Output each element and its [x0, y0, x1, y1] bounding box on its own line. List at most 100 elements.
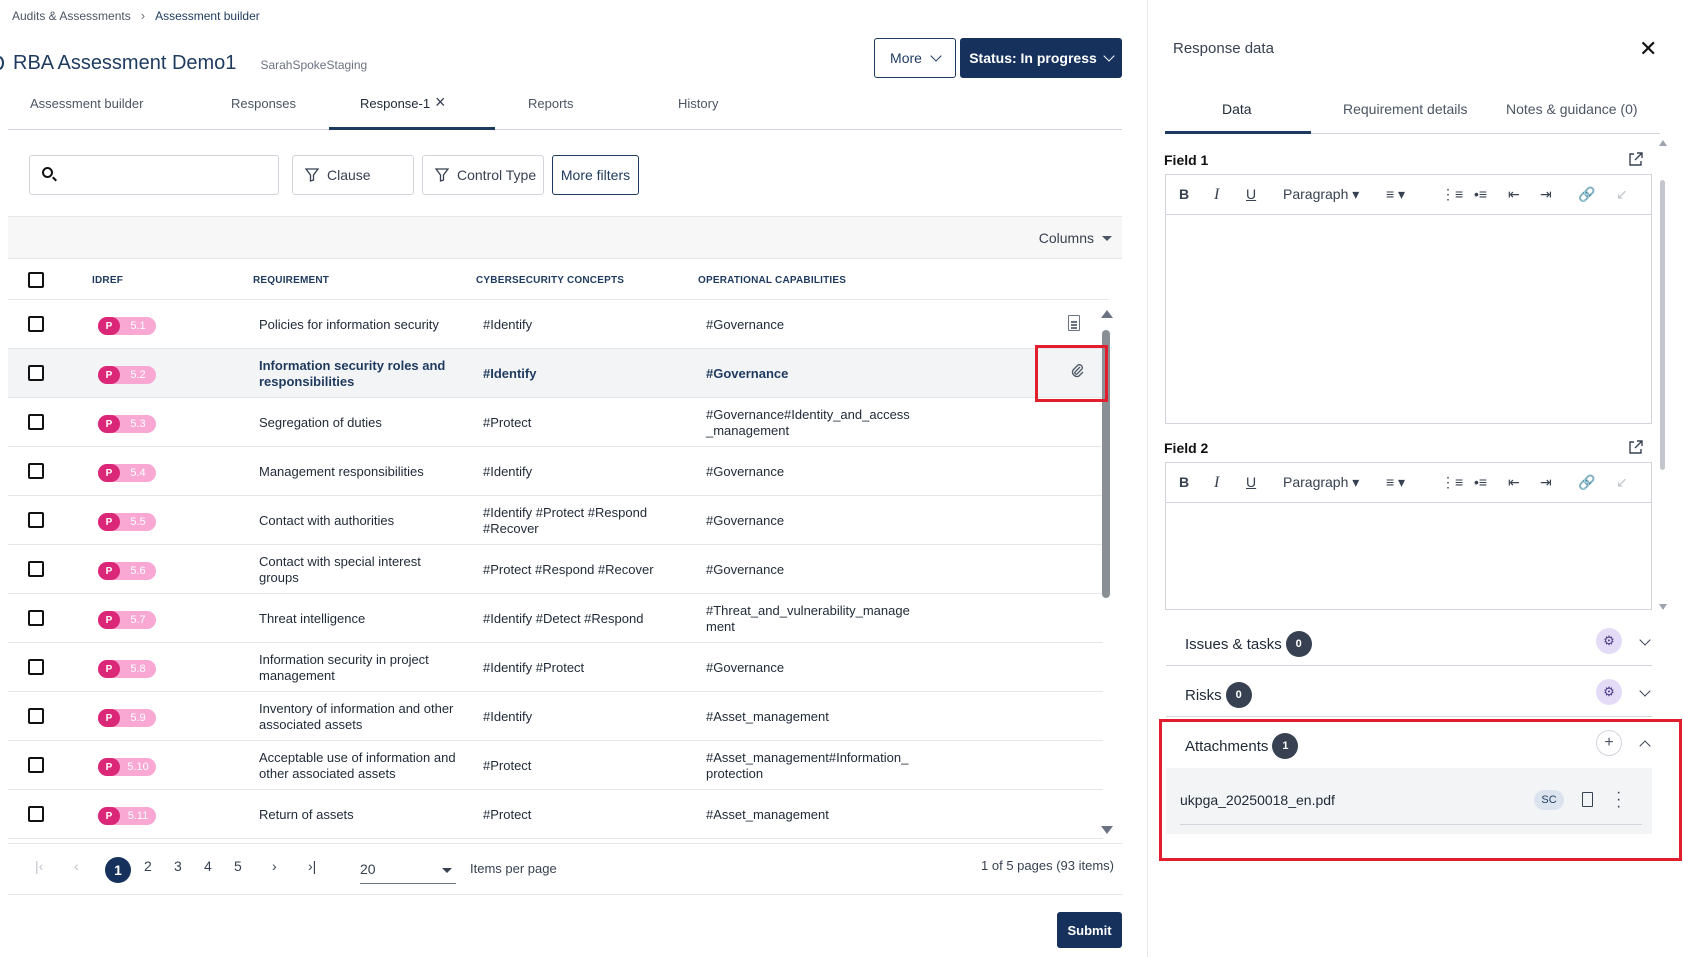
row-checkbox[interactable] — [28, 708, 44, 724]
align-icon[interactable]: ≡ ▾ — [1386, 474, 1405, 491]
tab-history[interactable]: History — [678, 96, 718, 111]
ai-assist-icon[interactable]: ⚙ — [1596, 628, 1622, 654]
table-row[interactable]: P 5.3 Segregation of duties #Protect #Gov… — [8, 398, 1103, 447]
header-requirement[interactable]: REQUIREMENT — [253, 275, 329, 286]
panel-scrollbar[interactable] — [1658, 140, 1668, 610]
page-5-button[interactable]: 5 — [234, 858, 242, 874]
row-checkbox[interactable] — [28, 365, 44, 381]
link-icon[interactable]: 🔗 — [1578, 474, 1595, 491]
tab-data[interactable]: Data — [1222, 101, 1252, 117]
table-row[interactable]: P 5.2 Information security roles and resp… — [8, 349, 1103, 398]
capabilities-cell: #Governance — [706, 317, 785, 332]
status-button[interactable]: Status: In progress — [960, 38, 1122, 78]
bullet-list-icon[interactable]: •≡ — [1474, 186, 1487, 202]
bold-icon[interactable]: B — [1179, 186, 1189, 202]
numbered-list-icon[interactable]: ⋮≡ — [1441, 186, 1463, 203]
align-icon[interactable]: ≡ ▾ — [1386, 186, 1405, 203]
collapse-icon[interactable]: ↙ — [1616, 474, 1628, 491]
row-checkbox[interactable] — [28, 316, 44, 332]
table-row[interactable]: P 5.11 Return of assets #Protect #Asset_m… — [8, 790, 1103, 839]
items-per-page-select[interactable]: 20 — [360, 856, 456, 884]
expand-external-icon[interactable] — [1628, 439, 1644, 455]
table-row[interactable]: P 5.9 Inventory of information and other … — [8, 692, 1103, 741]
submit-button[interactable]: Submit — [1057, 912, 1122, 948]
indent-icon[interactable]: ⇥ — [1540, 474, 1552, 491]
more-button[interactable]: More — [874, 38, 956, 78]
field-1-editor[interactable]: B I U Paragraph ▾ ≡ ▾ ⋮≡ •≡ ⇤ ⇥ 🔗 ↙ — [1165, 174, 1652, 424]
next-page-icon[interactable]: › — [272, 858, 277, 874]
format-select[interactable]: Paragraph ▾ — [1283, 186, 1359, 203]
row-checkbox[interactable] — [28, 757, 44, 773]
row-checkbox[interactable] — [28, 414, 44, 430]
table-row[interactable]: P 5.1 Policies for information security #… — [8, 300, 1103, 349]
row-checkbox[interactable] — [28, 561, 44, 577]
collapse-icon[interactable]: ↙ — [1616, 186, 1628, 203]
row-checkbox[interactable] — [28, 806, 44, 822]
table-row[interactable]: P 5.8 Information security in project man… — [8, 643, 1103, 692]
active-tab-indicator — [329, 127, 495, 130]
close-icon[interactable]: ✕ — [1639, 36, 1657, 62]
page-1-button[interactable]: 1 — [105, 857, 131, 883]
table-row[interactable]: P 5.5 Contact with authorities #Identify … — [8, 496, 1103, 545]
header-concepts[interactable]: CYBERSECURITY CONCEPTS — [476, 275, 624, 286]
bullet-list-icon[interactable]: •≡ — [1474, 474, 1487, 490]
table-row[interactable]: P 5.7 Threat intelligence #Identify #Dete… — [8, 594, 1103, 643]
risks-section[interactable]: Risks 0 ⚙ — [1166, 666, 1652, 717]
scrollbar-thumb[interactable] — [1660, 180, 1665, 470]
control-type-filter-button[interactable]: Control Type — [422, 155, 544, 195]
field-2-editor[interactable]: B I U Paragraph ▾ ≡ ▾ ⋮≡ •≡ ⇤ ⇥ 🔗 ↙ — [1165, 462, 1652, 610]
capabilities-cell: #Governance — [706, 464, 785, 479]
document-icon[interactable] — [1068, 315, 1080, 331]
chevron-down-icon[interactable] — [1639, 683, 1651, 698]
breadcrumb-parent-link[interactable]: Audits & Assessments — [12, 9, 131, 23]
scroll-up-arrow-icon[interactable] — [1659, 140, 1667, 146]
numbered-list-icon[interactable]: ⋮≡ — [1441, 474, 1463, 491]
row-checkbox[interactable] — [28, 512, 44, 528]
row-checkbox[interactable] — [28, 610, 44, 626]
outdent-icon[interactable]: ⇤ — [1508, 474, 1520, 491]
tab-response-1[interactable]: Response-1 — [360, 96, 430, 111]
tab-responses[interactable]: Responses — [231, 96, 296, 111]
italic-icon[interactable]: I — [1214, 474, 1219, 492]
ai-assist-icon[interactable]: ⚙ — [1596, 679, 1622, 705]
clause-filter-button[interactable]: Clause — [292, 155, 414, 195]
prev-page-icon[interactable]: ‹ — [74, 858, 79, 874]
select-all-checkbox[interactable] — [28, 272, 44, 288]
scroll-up-arrow-icon[interactable] — [1101, 310, 1113, 318]
search-input[interactable] — [29, 155, 279, 195]
close-tab-icon[interactable]: × — [435, 92, 446, 113]
page-2-button[interactable]: 2 — [144, 858, 152, 874]
underline-icon[interactable]: U — [1246, 186, 1256, 202]
first-page-icon[interactable]: |‹ — [35, 858, 43, 874]
tab-notes-guidance[interactable]: Notes & guidance (0) — [1506, 101, 1638, 117]
row-checkbox[interactable] — [28, 463, 44, 479]
indent-icon[interactable]: ⇥ — [1540, 186, 1552, 203]
italic-icon[interactable]: I — [1214, 186, 1219, 204]
issues-tasks-section[interactable]: Issues & tasks 0 ⚙ — [1166, 615, 1652, 666]
page-3-button[interactable]: 3 — [174, 858, 182, 874]
back-icon[interactable] — [0, 56, 4, 70]
tab-assessment-builder[interactable]: Assessment builder — [30, 96, 143, 111]
bold-icon[interactable]: B — [1179, 474, 1189, 490]
table-row[interactable]: P 5.6 Contact with special interest group… — [8, 545, 1103, 594]
highlight-box-attachments — [1159, 719, 1682, 861]
header-capabilities[interactable]: OPERATIONAL CAPABILITIES — [698, 275, 846, 286]
scroll-down-arrow-icon[interactable] — [1101, 826, 1113, 834]
columns-button[interactable]: Columns — [1039, 230, 1112, 246]
scroll-down-arrow-icon[interactable] — [1659, 604, 1667, 610]
chevron-down-icon[interactable] — [1639, 632, 1651, 647]
row-checkbox[interactable] — [28, 659, 44, 675]
link-icon[interactable]: 🔗 — [1578, 186, 1595, 203]
outdent-icon[interactable]: ⇤ — [1508, 186, 1520, 203]
last-page-icon[interactable]: ›| — [308, 858, 316, 874]
underline-icon[interactable]: U — [1246, 474, 1256, 490]
table-row[interactable]: P 5.4 Management responsibilities #Identi… — [8, 447, 1103, 496]
table-row[interactable]: P 5.10 Acceptable use of information and … — [8, 741, 1103, 790]
expand-external-icon[interactable] — [1628, 151, 1644, 167]
more-filters-button[interactable]: More filters — [552, 155, 639, 195]
tab-reports[interactable]: Reports — [528, 96, 574, 111]
format-select[interactable]: Paragraph ▾ — [1283, 474, 1359, 491]
header-idref[interactable]: IDREF — [92, 275, 123, 286]
tab-requirement-details[interactable]: Requirement details — [1343, 101, 1468, 117]
page-4-button[interactable]: 4 — [204, 858, 212, 874]
